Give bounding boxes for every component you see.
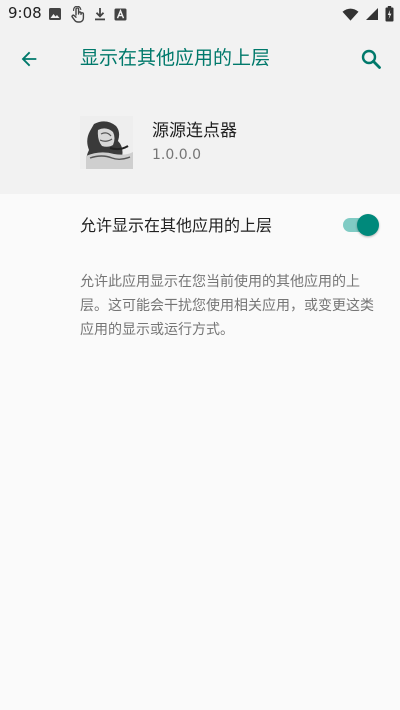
app-icon	[80, 116, 133, 169]
download-icon	[95, 8, 105, 21]
page-title: 显示在其他应用的上层	[80, 47, 271, 69]
permission-description: 允许此应用显示在您当前使用的其他应用的上层。这可能会干扰您使用相关应用，或变更这…	[80, 274, 374, 338]
app-header: 源源连点器 1.0.0.0	[0, 90, 400, 194]
search-icon	[361, 49, 381, 69]
a-box-icon	[114, 8, 127, 20]
overlay-permission-switch[interactable]	[340, 213, 380, 237]
search-button[interactable]	[356, 44, 386, 74]
wifi-icon	[342, 8, 359, 21]
image-icon	[49, 8, 61, 20]
overlay-permission-label: 允许显示在其他应用的上层	[80, 216, 273, 235]
app-bar: 显示在其他应用的上层	[0, 28, 400, 90]
overlay-permission-row[interactable]: 允许显示在其他应用的上层	[0, 196, 400, 254]
app-name: 源源连点器	[152, 121, 237, 141]
status-bar: 9:08	[0, 0, 400, 28]
battery-icon	[385, 6, 394, 22]
app-screen: 9:08 显示在其他应用的上层 源源连点器 1.0.0.0 允许显示在其他应用的…	[0, 0, 400, 710]
touch-icon	[71, 5, 85, 23]
app-version: 1.0.0.0	[152, 147, 201, 163]
status-system-icons	[342, 5, 394, 23]
arrow-back-icon	[21, 51, 37, 67]
status-notification-icons	[48, 5, 127, 23]
signal-icon	[366, 8, 378, 20]
switch-thumb	[357, 214, 379, 236]
app-icon-illustration	[80, 116, 133, 169]
back-button[interactable]	[14, 44, 44, 74]
status-time: 9:08	[8, 4, 42, 22]
